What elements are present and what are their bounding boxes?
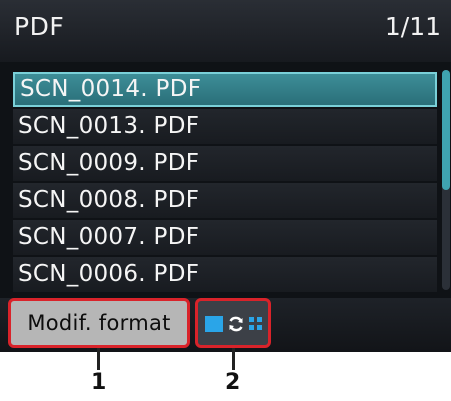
page-counter: 1/11 [384,12,441,41]
callout-number-2: 2 [225,370,241,395]
callout-number-1: 1 [91,370,107,395]
file-list-item[interactable]: SCN_0013. PDF [13,109,437,144]
file-list-item[interactable]: SCN_0006. PDF [13,257,437,292]
page-title: PDF [14,12,65,41]
scrollbar-thumb[interactable] [442,70,450,190]
callout-line-1 [97,348,100,370]
file-list-item[interactable]: SCN_0014. PDF [13,72,437,107]
file-list-item[interactable]: SCN_0009. PDF [13,146,437,181]
modify-format-button[interactable]: Modif. format [8,298,190,348]
scrollbar[interactable] [442,70,450,290]
cycle-icon [229,316,243,332]
file-list-area: SCN_0014. PDF SCN_0013. PDF SCN_0009. PD… [0,62,451,298]
view-toggle-button[interactable] [195,298,271,348]
callout-line-2 [232,348,235,370]
single-view-icon [205,316,223,332]
file-list-item[interactable]: SCN_0007. PDF [13,220,437,255]
header-bar: PDF 1/11 [0,0,451,62]
grid-view-icon [249,317,263,331]
file-list-item[interactable]: SCN_0008. PDF [13,183,437,218]
file-list: SCN_0014. PDF SCN_0013. PDF SCN_0009. PD… [13,72,437,294]
